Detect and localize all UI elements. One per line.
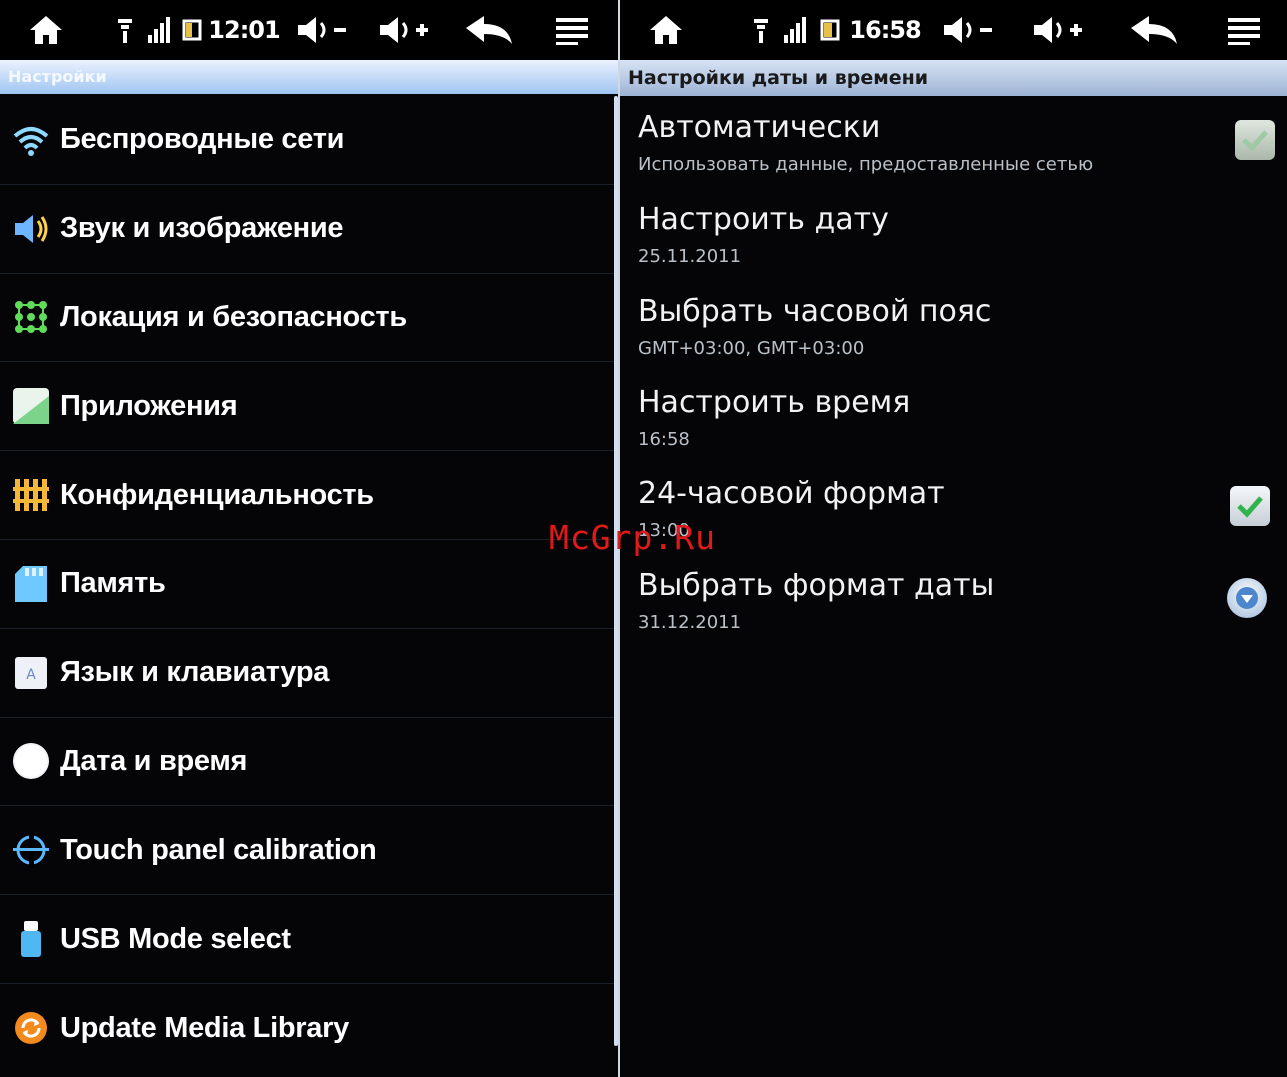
menu-item-sound[interactable]: Звук и изображение [0,185,620,274]
option-title: 24-часовой формат [638,476,945,511]
refresh-icon [10,1007,52,1049]
volume-up-icon[interactable] [1030,10,1086,50]
signal-icons [112,10,204,50]
privacy-icon [10,474,52,516]
menu-item-language-keyboard[interactable]: A Язык и клавиатура [0,629,620,718]
speaker-icon [10,208,52,250]
chevron-down-icon[interactable] [1227,578,1267,618]
calibration-icon [10,829,52,871]
status-bar: 12:01 [0,0,620,60]
option-subtitle: 16:58 [638,429,690,450]
menu-item-touch-calibration[interactable]: Touch panel calibration [0,806,620,896]
menu-item-location-security[interactable]: Локация и безопасность [0,274,620,363]
home-icon[interactable] [646,10,686,50]
option-subtitle: 25.11.2011 [638,246,742,267]
menu-label: Язык и клавиатура [60,656,330,689]
option-date-format[interactable]: Выбрать формат даты 31.12.2011 [638,558,1287,650]
option-title: Выбрать формат даты [638,568,995,603]
usb-icon [10,918,52,960]
settings-screen: 12:01 Настройки Беспроводные сети Звук и… [0,0,620,1077]
option-title: Автоматически [638,110,881,145]
option-subtitle: Использовать данные, предоставленные сет… [638,154,1094,175]
clock-icon [10,740,52,782]
menu-label: Звук и изображение [60,212,344,245]
volume-up-icon[interactable] [376,10,432,50]
keyboard-icon: A [10,652,52,694]
svg-text:A: A [26,667,36,683]
clock-time: 12:01 [208,16,280,44]
menu-icon[interactable] [552,10,592,50]
option-title: Настроить дату [638,202,889,237]
screen-title: Настройки даты и времени [620,60,1287,96]
volume-down-icon[interactable] [294,10,350,50]
menu-icon[interactable] [1224,10,1264,50]
back-icon[interactable] [464,10,516,50]
menu-label: Дата и время [60,744,248,777]
menu-label: Беспроводные сети [60,123,345,156]
24-hour-checkbox[interactable] [1230,486,1270,526]
menu-item-usb-mode[interactable]: USB Mode select [0,895,620,984]
settings-menu-list: Беспроводные сети Звук и изображение Лок… [0,96,620,1073]
option-subtitle: 31.12.2011 [638,612,742,633]
clock-time: 16:58 [849,16,921,44]
home-icon[interactable] [26,10,66,50]
sd-card-icon [10,563,52,605]
watermark-text: McGrp.Ru [549,518,716,557]
option-time-zone[interactable]: Выбрать часовой пояс GMT+03:00, GMT+03:0… [638,284,1287,376]
menu-label: USB Mode select [60,922,291,955]
menu-label: Память [60,567,166,600]
menu-label: Приложения [60,389,238,422]
menu-item-date-time[interactable]: Дата и время [0,718,620,807]
menu-item-wireless[interactable]: Беспроводные сети [0,96,620,185]
signal-icons [748,10,844,50]
menu-item-storage[interactable]: Память [0,540,620,629]
option-subtitle: GMT+03:00, GMT+03:00 [638,338,865,359]
volume-down-icon[interactable] [940,10,996,50]
option-set-time[interactable]: Настроить время 16:58 [638,375,1287,467]
menu-label: Конфиденциальность [60,478,374,511]
date-time-settings-screen: 16:58 Настройки даты и времени Автоматич… [620,0,1287,1077]
option-automatic[interactable]: Автоматически Использовать данные, предо… [638,100,1287,192]
wifi-icon [10,119,52,161]
menu-item-privacy[interactable]: Конфиденциальность [0,451,620,540]
applications-icon [10,385,52,427]
screen-title: Настройки [0,60,620,94]
option-title: Выбрать часовой пояс [638,294,992,329]
option-24-hour-format[interactable]: 24-часовой формат 13:00 [638,466,1287,558]
menu-label: Update Media Library [60,1011,349,1044]
grid-lock-icon [10,296,52,338]
menu-item-applications[interactable]: Приложения [0,362,620,452]
menu-label: Локация и безопасность [60,300,407,333]
menu-item-update-media[interactable]: Update Media Library [0,984,620,1073]
menu-label: Touch panel calibration [60,833,377,866]
back-icon[interactable] [1128,10,1182,50]
automatic-checkbox[interactable] [1235,120,1275,160]
status-bar: 16:58 [620,0,1287,60]
option-title: Настроить время [638,385,911,420]
option-set-date[interactable]: Настроить дату 25.11.2011 [638,192,1287,284]
